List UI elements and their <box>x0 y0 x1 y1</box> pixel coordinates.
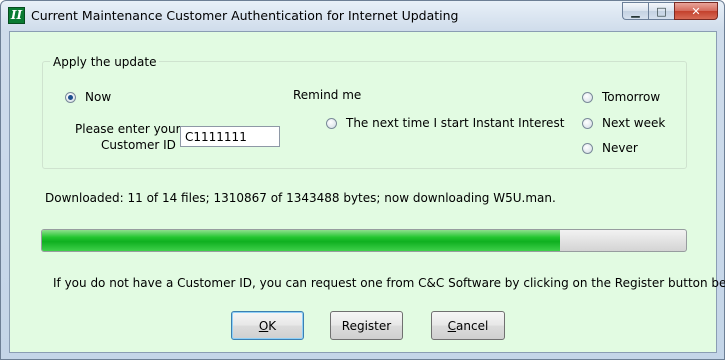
close-button[interactable]: ✕ <box>674 2 718 20</box>
remind-me-label: Remind me <box>293 88 362 102</box>
minimize-button[interactable]: ▁ <box>622 2 648 20</box>
customer-id-label-line2: Customer ID <box>101 138 176 152</box>
dialog-window: II Current Maintenance Customer Authenti… <box>0 0 725 360</box>
radio-never-indicator[interactable] <box>582 142 593 154</box>
download-progress-fill <box>42 230 561 251</box>
close-icon: ✕ <box>691 4 701 18</box>
download-progress-bar <box>41 229 687 252</box>
minimize-icon: ▁ <box>631 4 640 18</box>
radio-next-week-indicator[interactable] <box>582 117 593 129</box>
window-title: Current Maintenance Customer Authenticat… <box>31 8 459 23</box>
ok-button-label: K <box>268 318 277 333</box>
apply-update-legend: Apply the update <box>50 55 160 69</box>
cancel-button-label: ancel <box>456 318 489 333</box>
register-info-text: If you do not have a Customer ID, you ca… <box>53 276 725 290</box>
ok-button-mnemonic: O <box>258 318 269 333</box>
radio-now-label: Now <box>85 90 112 104</box>
maximize-icon: □ <box>656 4 667 18</box>
title-bar[interactable]: II Current Maintenance Customer Authenti… <box>1 1 724 31</box>
radio-next-time-indicator[interactable] <box>326 117 337 129</box>
radio-next-time[interactable]: The next time I start Instant Interest <box>326 116 564 130</box>
radio-tomorrow-label: Tomorrow <box>602 90 661 104</box>
client-area: Apply the update Now Please enter your C… <box>9 31 725 353</box>
customer-id-input[interactable] <box>180 126 280 147</box>
cancel-button-mnemonic: C <box>447 318 457 333</box>
radio-next-week[interactable]: Next week <box>582 116 665 130</box>
ok-button[interactable]: OK <box>231 311 304 340</box>
radio-tomorrow-indicator[interactable] <box>582 91 593 103</box>
cancel-button[interactable]: Cancel <box>431 311 505 340</box>
app-icon: II <box>8 7 25 24</box>
radio-never[interactable]: Never <box>582 141 638 155</box>
radio-never-label: Never <box>602 141 638 155</box>
customer-id-label-line1: Please enter your <box>75 122 181 136</box>
maximize-button[interactable]: □ <box>648 2 674 20</box>
radio-next-time-label: The next time I start Instant Interest <box>346 116 565 130</box>
radio-now[interactable]: Now <box>65 90 111 104</box>
download-status-text: Downloaded: 11 of 14 files; 1310867 of 1… <box>45 191 556 205</box>
radio-now-indicator[interactable] <box>65 91 76 103</box>
register-button[interactable]: Register <box>330 311 403 340</box>
caption-buttons: ▁ □ ✕ <box>622 2 718 22</box>
radio-tomorrow[interactable]: Tomorrow <box>582 90 660 104</box>
radio-next-week-label: Next week <box>602 116 666 130</box>
